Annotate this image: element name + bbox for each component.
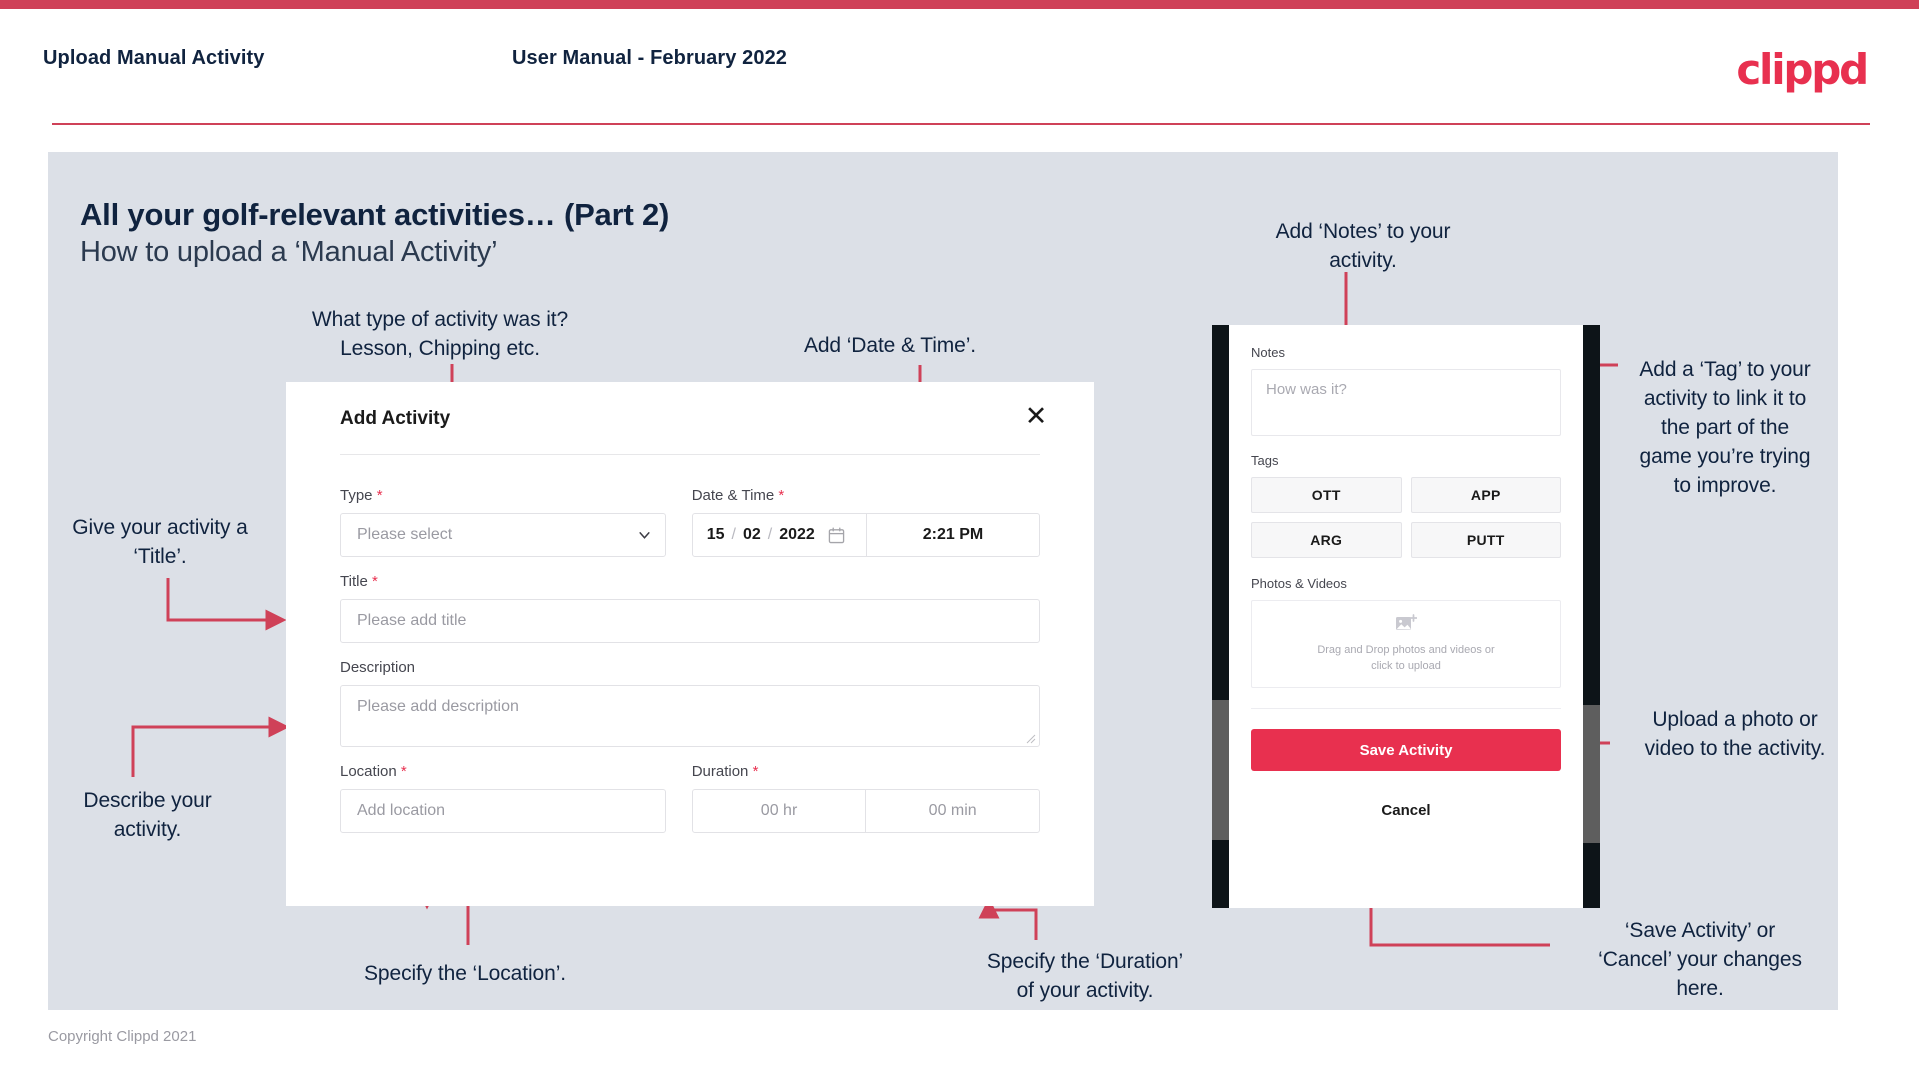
tag-button-app[interactable]: APP	[1410, 477, 1561, 513]
title-label-text: Title	[340, 573, 368, 590]
annotation-duration: Specify the ‘Duration’ of your activity.	[986, 950, 1184, 1002]
phone-mockup: Notes How was it? Tags OTT APP ARG PUTT …	[1212, 325, 1600, 908]
annotation-tag: Add a ‘Tag’ to your activity to link it …	[1639, 358, 1811, 497]
phone-edge-right	[1583, 325, 1600, 908]
field-datetime: Date & Time * 15 / 02 / 2022 2:21 PM	[691, 487, 1040, 557]
cancel-button[interactable]: Cancel	[1251, 802, 1561, 819]
annotation-description: Describe your activity.	[83, 789, 212, 841]
title-placeholder: Please add title	[357, 612, 467, 629]
close-icon[interactable]: ✕	[1020, 400, 1052, 432]
type-required-asterisk: *	[376, 487, 383, 504]
add-activity-modal: Add Activity ✕ Type * Please select Date…	[286, 382, 1094, 906]
phone-notes-placeholder: How was it?	[1266, 381, 1347, 398]
dropzone-line-1: Drag and Drop photos and videos or	[1317, 644, 1495, 656]
location-required-asterisk: *	[400, 763, 407, 780]
date-month: 02	[742, 526, 761, 543]
dropzone-line-2: click to upload	[1371, 660, 1441, 672]
modal-divider	[340, 454, 1040, 455]
location-input[interactable]: Add location	[340, 789, 666, 833]
location-label-text: Location	[340, 763, 397, 780]
modal-row-type-datetime: Type * Please select Date & Time * 15 / …	[340, 487, 1040, 557]
top-accent-bar	[0, 0, 1919, 9]
duration-hours-input[interactable]: 00 hr	[693, 790, 867, 832]
phone-photos-label: Photos & Videos	[1251, 576, 1347, 591]
phone-tags-grid: OTT APP ARG PUTT	[1251, 477, 1561, 558]
type-label: Type *	[340, 487, 666, 504]
type-label-text: Type	[340, 487, 373, 504]
duration-required-asterisk: *	[752, 763, 759, 780]
field-description: Description Please add description	[340, 659, 1040, 747]
description-label: Description	[340, 659, 416, 676]
phone-divider	[1251, 708, 1561, 709]
location-placeholder: Add location	[357, 802, 446, 819]
duration-label: Duration *	[692, 763, 1040, 780]
annotation-type: What type of activity was it? Lesson, Ch…	[311, 308, 569, 360]
annotation-location: Specify the ‘Location’.	[364, 962, 566, 985]
slide-subtitle: How to upload a ‘Manual Activity’	[80, 236, 498, 268]
add-image-icon	[1396, 614, 1417, 630]
date-input[interactable]: 15 / 02 / 2022	[693, 514, 867, 556]
annotation-upload: Upload a photo or video to the activity.	[1644, 708, 1826, 760]
phone-tags-label: Tags	[1251, 453, 1279, 468]
date-sep-1: /	[731, 526, 736, 543]
phone-notes-input[interactable]: How was it?	[1251, 369, 1561, 436]
header-divider	[52, 123, 1870, 125]
datetime-required-asterisk: *	[778, 487, 785, 504]
field-duration: Duration * 00 hr 00 min	[691, 763, 1040, 833]
footer-copyright: Copyright Clippd 2021	[48, 1028, 197, 1045]
slide-title: All your golf-relevant activities… (Part…	[80, 197, 670, 232]
clippd-logo: clippd	[1736, 45, 1869, 94]
modal-title: Add Activity	[340, 408, 451, 429]
tag-button-putt[interactable]: PUTT	[1410, 522, 1561, 558]
time-input[interactable]: 2:21 PM	[867, 514, 1039, 556]
annotation-save-cancel: ‘Save Activity’ or ‘Cancel’ your changes…	[1598, 919, 1802, 1000]
datetime-label-text: Date & Time	[691, 487, 775, 504]
photo-dropzone[interactable]: Drag and Drop photos and videos or click…	[1251, 600, 1561, 688]
header-left-title: Upload Manual Activity	[43, 47, 265, 69]
field-type: Type * Please select	[340, 487, 666, 557]
duration-group: 00 hr 00 min	[691, 789, 1040, 833]
location-label: Location *	[340, 763, 666, 780]
type-select[interactable]: Please select	[340, 513, 666, 557]
page-header: Upload Manual Activity User Manual - Feb…	[0, 9, 1919, 122]
type-placeholder: Please select	[357, 526, 453, 543]
phone-volume-button-left	[1212, 700, 1229, 840]
date-year: 2022	[779, 526, 815, 543]
slide-page: Upload Manual Activity User Manual - Feb…	[0, 0, 1919, 1079]
phone-notes-label: Notes	[1251, 345, 1285, 360]
title-required-asterisk: *	[371, 573, 378, 590]
datetime-group: 15 / 02 / 2022 2:21 PM	[691, 513, 1040, 557]
date-sep-2: /	[767, 526, 773, 543]
phone-edge-left	[1212, 325, 1229, 908]
field-location: Location * Add location	[340, 763, 666, 833]
field-title: Title * Please add title	[340, 573, 1040, 643]
chevron-down-icon	[639, 532, 650, 539]
resize-handle-icon[interactable]	[1025, 733, 1036, 744]
annotation-notes: Add ‘Notes’ to your activity.	[1275, 220, 1451, 272]
phone-power-button-right	[1583, 705, 1600, 843]
description-placeholder: Please add description	[357, 698, 519, 715]
title-input[interactable]: Please add title	[340, 599, 1040, 643]
duration-label-text: Duration	[691, 763, 749, 780]
description-textarea[interactable]: Please add description	[340, 685, 1040, 747]
tag-button-ott[interactable]: OTT	[1251, 477, 1402, 513]
date-day: 15	[706, 526, 725, 543]
duration-minutes-input[interactable]: 00 min	[866, 790, 1039, 832]
save-activity-button[interactable]: Save Activity	[1251, 729, 1561, 771]
dropzone-text: Drag and Drop photos and videos or click…	[1317, 642, 1494, 674]
calendar-icon[interactable]	[828, 526, 845, 544]
annotation-title: Give your activity a ‘Title’.	[72, 516, 248, 568]
phone-screen: Notes How was it? Tags OTT APP ARG PUTT …	[1229, 325, 1583, 908]
annotation-datetime: Add ‘Date & Time’.	[803, 334, 977, 357]
modal-header: Add Activity ✕	[286, 382, 1094, 454]
header-center-title: User Manual - February 2022	[512, 47, 788, 69]
tag-button-arg[interactable]: ARG	[1251, 522, 1402, 558]
datetime-label: Date & Time *	[692, 487, 1040, 504]
title-label: Title *	[340, 573, 1040, 590]
modal-row-location-duration: Location * Add location Duration * 00 hr…	[340, 763, 1040, 833]
